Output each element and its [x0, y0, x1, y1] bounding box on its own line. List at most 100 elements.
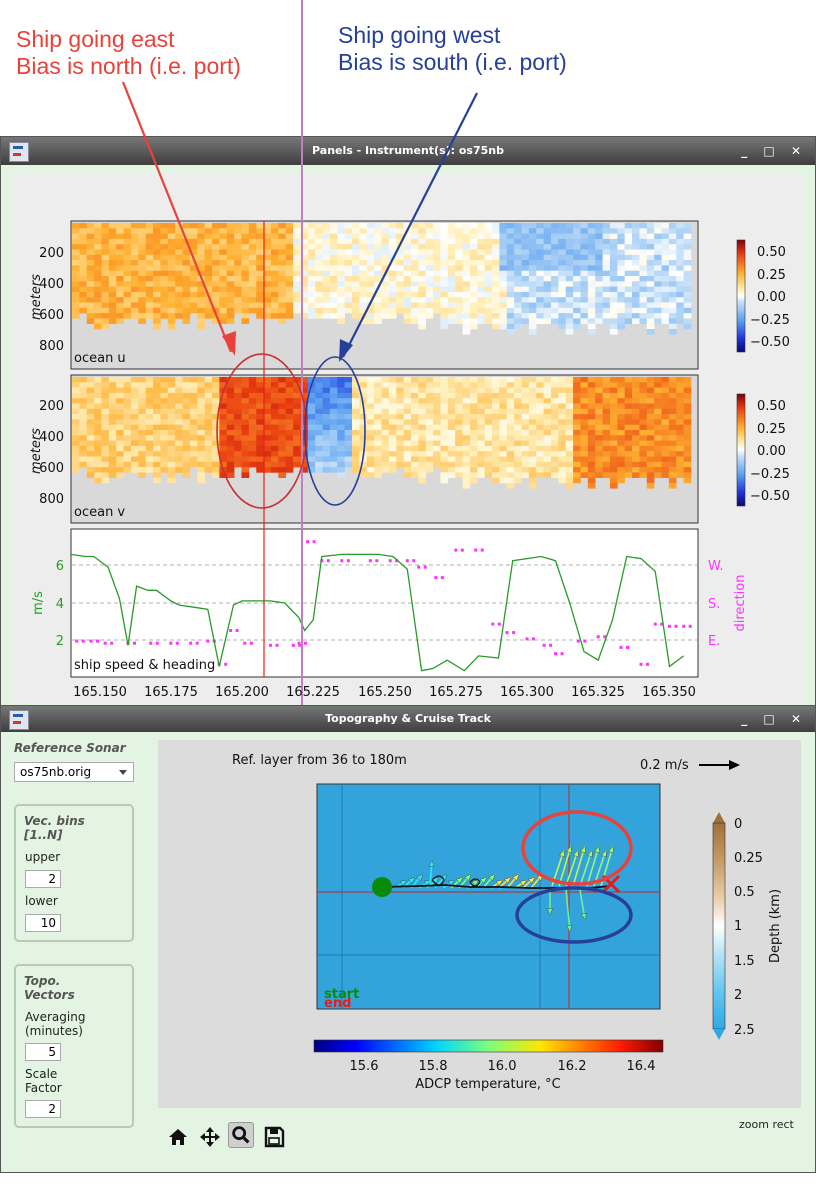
- heatmap-cell: [499, 430, 508, 436]
- heatmap-cell: [499, 281, 508, 287]
- heatmap-cell: [469, 265, 478, 271]
- heatmap-cell: [396, 398, 404, 404]
- heatmap-cell: [632, 244, 640, 250]
- heatmap-cell: [632, 265, 640, 271]
- heatmap-cell: [138, 260, 146, 266]
- heatmap-cell: [396, 302, 404, 309]
- heading-point: [560, 652, 564, 656]
- heatmap-cell: [189, 286, 198, 293]
- heatmap-cell: [676, 451, 684, 457]
- heatmap-cell: [469, 445, 478, 452]
- heatmap-cell: [639, 377, 648, 383]
- minimize-icon[interactable]: _: [741, 712, 753, 726]
- heatmap-cell: [602, 297, 611, 303]
- averaging-input[interactable]: 5: [25, 1043, 61, 1061]
- heatmap-cell: [661, 403, 670, 410]
- heatmap-cell: [307, 270, 316, 277]
- heatmap-cell: [624, 233, 633, 240]
- heatmap-cell: [285, 456, 294, 463]
- heatmap-cell: [609, 456, 618, 463]
- heatmap-cell: [558, 228, 567, 234]
- heatmap-cell: [226, 260, 235, 266]
- heatmap-cell: [609, 398, 618, 404]
- close-icon[interactable]: ✕: [791, 712, 807, 726]
- heatmap-cell: [366, 223, 375, 229]
- heatmap-cell: [248, 424, 257, 431]
- heatmap-cell: [587, 403, 596, 410]
- heatmap-cell: [469, 302, 478, 309]
- heatmap-cell: [130, 408, 139, 415]
- maximize-icon[interactable]: □: [763, 712, 780, 726]
- heatmap-cell: [72, 461, 80, 468]
- heatmap-cell: [315, 286, 323, 293]
- heatmap-cell: [197, 291, 205, 298]
- heatmap-cell: [514, 286, 522, 293]
- heatmap-cell: [455, 377, 463, 383]
- heatmap-cell: [175, 435, 183, 441]
- heatmap-cell: [403, 286, 412, 293]
- heatmap-cell: [263, 270, 272, 277]
- heatmap-cell: [293, 244, 301, 250]
- heatmap-cell: [130, 223, 139, 229]
- heatmap-cell: [278, 297, 286, 303]
- scale-factor-input[interactable]: 2: [25, 1100, 61, 1118]
- heatmap-cell: [440, 270, 449, 277]
- heatmap-cell: [418, 254, 427, 261]
- zoom-button[interactable]: [228, 1122, 254, 1148]
- heatmap-cell: [108, 254, 117, 261]
- heatmap-cell: [462, 461, 471, 468]
- heatmap-cell: [226, 424, 235, 431]
- heatmap-cell: [226, 291, 235, 298]
- heatmap-cell: [86, 408, 95, 415]
- heatmap-cell: [558, 249, 567, 256]
- heatmap-cell: [359, 472, 368, 478]
- heatmap-cell: [145, 382, 154, 388]
- heatmap-cell: [130, 424, 139, 431]
- heatmap-cell: [396, 254, 404, 261]
- heatmap-cell: [565, 408, 574, 415]
- topo-titlebar[interactable]: Topography & Cruise Track _ □ ✕: [1, 706, 815, 732]
- home-button[interactable]: [165, 1124, 191, 1150]
- heatmap-cell: [433, 260, 441, 266]
- heatmap-cell: [506, 286, 515, 293]
- xtick-label: 165.350: [642, 685, 696, 700]
- heatmap-cell: [646, 238, 655, 245]
- lower-input[interactable]: 10: [25, 914, 61, 932]
- heatmap-cell: [580, 318, 589, 324]
- heatmap-cell: [646, 270, 655, 277]
- heatmap-cell: [130, 228, 139, 234]
- heatmap-cell: [587, 254, 596, 261]
- heatmap-cell: [344, 382, 353, 388]
- heatmap-cell: [609, 377, 618, 383]
- pan-button[interactable]: [197, 1124, 223, 1150]
- heatmap-cell: [167, 477, 176, 484]
- heatmap-cell: [580, 424, 589, 431]
- heatmap-cell: [72, 408, 80, 415]
- window-controls[interactable]: _ □ ✕: [741, 706, 807, 732]
- save-button[interactable]: [261, 1124, 287, 1150]
- heatmap-cell: [86, 307, 95, 314]
- heatmap-cell: [329, 291, 338, 298]
- heatmap-cell: [683, 270, 692, 277]
- heatmap-cell: [506, 313, 515, 319]
- heatmap-cell: [366, 254, 375, 261]
- heading-point: [682, 624, 686, 628]
- heatmap-cell: [425, 435, 434, 441]
- heatmap-cell: [270, 414, 279, 420]
- upper-input[interactable]: 2: [25, 870, 61, 888]
- heatmap-cell: [307, 249, 316, 256]
- heatmap-cell: [285, 228, 294, 234]
- heatmap-cell: [374, 403, 382, 410]
- ref-sonar-select[interactable]: os75nb.orig: [14, 762, 134, 782]
- heatmap-cell: [182, 382, 191, 388]
- heatmap-cell: [256, 270, 264, 277]
- heatmap-cell: [477, 377, 485, 383]
- heatmap-cell: [108, 244, 117, 250]
- heatmap-cell: [256, 307, 264, 314]
- heatmap-cell: [359, 254, 368, 261]
- heatmap-cell: [440, 276, 449, 282]
- heatmap-cell: [234, 238, 242, 245]
- heatmap-cell: [573, 249, 581, 256]
- heatmap-cell: [248, 419, 257, 425]
- heatmap-cell: [344, 238, 353, 245]
